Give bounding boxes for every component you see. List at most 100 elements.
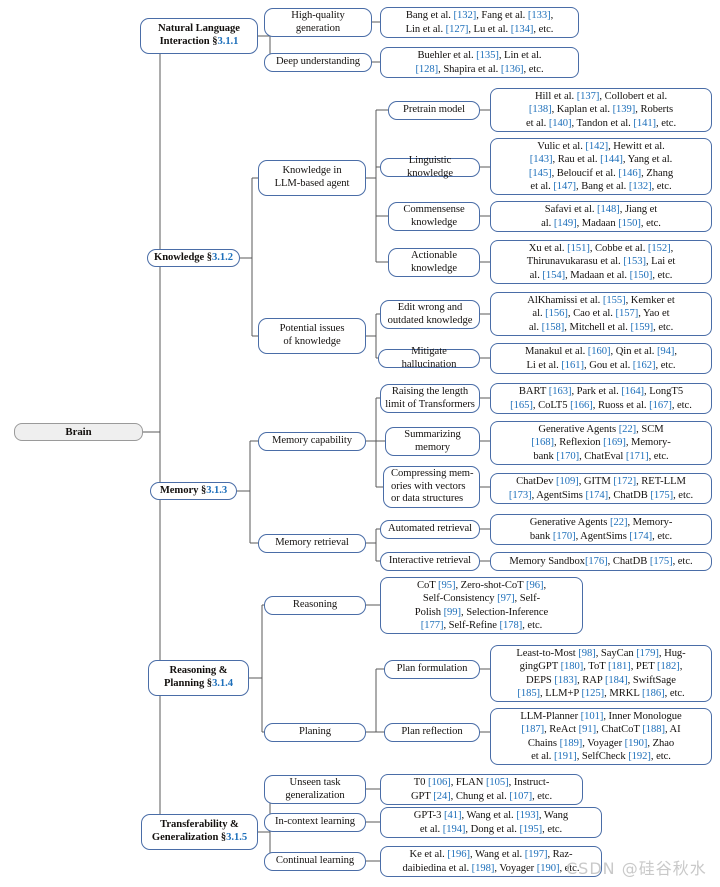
topic-planing[interactable]: Planing (264, 723, 366, 742)
topic-potential-issues-of-knowledge[interactable]: Potential issues of knowledge (258, 318, 366, 354)
citation-text: Manakul et al. [160], Qin et al. [94], Li… (525, 346, 677, 371)
root-label: Brain (65, 425, 92, 438)
citation-box-high-quality-generation[interactable]: Bang et al. [132], Fang et al. [133], Lin… (380, 7, 579, 38)
topic-linguistic-knowledge[interactable]: Linguistic knowledge (380, 154, 480, 179)
topic-label: Interactive retrieval (388, 555, 472, 567)
topic-compressing-memories[interactable]: Compressing mem-ories with vectors or dat… (383, 466, 480, 508)
citation-text: Safavi et al. [148], Jiang et al. [149], … (541, 204, 661, 229)
branch-label: Reasoning & Planning §3.1.4 (163, 665, 234, 689)
section-ref: 3.1.1 (217, 36, 239, 47)
branch-natural-language-interaction[interactable]: Natural Language Interaction §3.1.1 (140, 18, 258, 54)
topic-plan-reflection[interactable]: Plan reflection (384, 723, 480, 742)
topic-label: Summarizing memory (404, 428, 461, 453)
citation-box-mitigate-hallucination[interactable]: Manakul et al. [160], Qin et al. [94], Li… (490, 343, 712, 374)
topic-label: Deep understanding (275, 56, 361, 68)
citation-box-automated-retrieval[interactable]: Generative Agents [22], Memory-bank [170… (490, 514, 712, 545)
section-ref: 3.1.2 (212, 251, 233, 263)
topic-label: Pretrain model (403, 104, 465, 116)
topic-edit-wrong-outdated-knowledge[interactable]: Edit wrong and outdated knowledge (380, 300, 480, 329)
topic-label: Continual learning (275, 855, 355, 867)
citation-text: Buehler et al. [135], Lin et al. [128], S… (415, 50, 544, 75)
topic-label: Knowledge in LLM-based agent (274, 165, 350, 189)
topic-label: Plan formulation (396, 663, 468, 675)
branch-knowledge[interactable]: Knowledge §3.1.2 (147, 249, 240, 267)
topic-label: Unseen task generalization (285, 776, 345, 801)
citation-box-commensense-knowledge[interactable]: Safavi et al. [148], Jiang et al. [149], … (490, 201, 712, 232)
topic-label: Mitigate hallucination (401, 345, 457, 370)
root-node-brain[interactable]: Brain (14, 423, 143, 441)
citation-box-in-context-learning[interactable]: GPT-3 [41], Wang et al. [193], Wang et al… (380, 807, 602, 838)
topic-memory-capability[interactable]: Memory capability (258, 432, 366, 451)
topic-label: Edit wrong and outdated knowledge (387, 301, 473, 326)
topic-label: Reasoning (292, 599, 338, 611)
topic-unseen-task-generalization[interactable]: Unseen task generalization (264, 775, 366, 804)
branch-label: Natural Language Interaction §3.1.1 (158, 23, 240, 47)
topic-label: Actionable knowledge (410, 249, 458, 274)
citation-box-edit-wrong-outdated-knowledge[interactable]: AlKhamissi et al. [155], Kemker et al. [1… (490, 292, 712, 336)
citation-text: ChatDev [109], GITM [172], RET-LLM [173],… (508, 476, 694, 501)
topic-label: Compressing mem-ories with vectors or dat… (391, 468, 474, 505)
citation-text: Memory Sandbox[176], ChatDB [175], etc. (509, 555, 693, 567)
section-ref: 3.1.4 (212, 678, 234, 689)
branch-memory[interactable]: Memory §3.1.3 (150, 482, 237, 500)
topic-label: Plan reflection (401, 726, 463, 738)
citation-box-summarizing-memory[interactable]: Generative Agents [22], SCM [168], Reflex… (490, 421, 712, 465)
branch-label: Memory §3.1.3 (159, 484, 228, 496)
citation-text: AlKhamissi et al. [155], Kemker et al. [1… (527, 295, 675, 333)
branch-transferability-generalization[interactable]: Transferability & Generalization §3.1.5 (141, 814, 258, 850)
topic-memory-retrieval[interactable]: Memory retrieval (258, 534, 366, 553)
citation-box-reasoning[interactable]: CoT [95], Zero-shot-CoT [96], Self-Consis… (380, 577, 583, 634)
topic-label: Potential issues of knowledge (279, 323, 345, 347)
citation-text: Generative Agents [22], SCM [168], Reflex… (531, 424, 671, 462)
citation-box-deep-understanding[interactable]: Buehler et al. [135], Lin et al. [128], S… (380, 47, 579, 78)
citation-box-linguistic-knowledge[interactable]: Vulic et al. [142], Hewitt et al. [143], … (490, 138, 712, 195)
topic-label: High-quality generation (291, 9, 345, 34)
topic-label: Commensense knowledge (403, 203, 465, 228)
citation-box-plan-formulation[interactable]: Least-to-Most [98], SayCan [179], Hug-gi… (490, 645, 712, 702)
section-ref: 3.1.5 (226, 832, 248, 843)
topic-high-quality-generation[interactable]: High-quality generation (264, 8, 372, 37)
citation-text: Generative Agents [22], Memory-bank [170… (529, 517, 673, 542)
topic-interactive-retrieval[interactable]: Interactive retrieval (380, 552, 480, 571)
citation-text: GPT-3 [41], Wang et al. [193], Wang et al… (413, 810, 569, 835)
topic-pretrain-model[interactable]: Pretrain model (388, 101, 480, 120)
citation-box-unseen-task-generalization[interactable]: T0 [106], FLAN [105], Instruct- GPT [24],… (380, 774, 583, 805)
topic-continual-learning[interactable]: Continual learning (264, 852, 366, 871)
citation-box-raising-length-limit[interactable]: BART [163], Park et al. [164], LongT5 [16… (490, 383, 712, 414)
citation-text: Hill et al. [137], Collobert et al. [138]… (525, 91, 677, 129)
section-ref: 3.1.3 (206, 484, 228, 496)
topic-summarizing-memory[interactable]: Summarizing memory (385, 427, 480, 456)
topic-actionable-knowledge[interactable]: Actionable knowledge (388, 248, 480, 277)
topic-raising-length-limit[interactable]: Raising the length limit of Transformers (380, 384, 480, 413)
taxonomy-figure: Brain Natural Language Interaction §3.1.… (0, 0, 720, 887)
citation-text: Bang et al. [132], Fang et al. [133], Lin… (405, 10, 554, 35)
citation-box-compressing-memories[interactable]: ChatDev [109], GITM [172], RET-LLM [173],… (490, 473, 712, 504)
topic-reasoning[interactable]: Reasoning (264, 596, 366, 615)
topic-deep-understanding[interactable]: Deep understanding (264, 53, 372, 72)
topic-label: In-context learning (275, 816, 355, 828)
citation-text: T0 [106], FLAN [105], Instruct- GPT [24],… (410, 777, 553, 802)
topic-label: Automated retrieval (387, 523, 473, 535)
csdn-watermark: CSDN @硅谷秋水 (566, 859, 707, 878)
topic-label: Linguistic knowledge (406, 154, 454, 179)
citation-text: LLM-Planner [101], Inner Monologue [187],… (520, 711, 682, 762)
branch-label: Knowledge §3.1.2 (154, 251, 233, 263)
branch-label: Transferability & Generalization §3.1.5 (151, 819, 248, 843)
topic-mitigate-hallucination[interactable]: Mitigate hallucination (378, 345, 480, 370)
citation-box-interactive-retrieval[interactable]: Memory Sandbox[176], ChatDB [175], etc. (490, 552, 712, 571)
citation-box-pretrain-model[interactable]: Hill et al. [137], Collobert et al. [138]… (490, 88, 712, 132)
topic-automated-retrieval[interactable]: Automated retrieval (380, 520, 480, 539)
topic-label: Raising the length limit of Transformers (385, 385, 475, 410)
topic-label: Memory capability (271, 435, 353, 447)
citation-text: Vulic et al. [142], Hewitt et al. [143], … (528, 141, 674, 192)
topic-plan-formulation[interactable]: Plan formulation (384, 660, 480, 679)
citation-box-plan-reflection[interactable]: LLM-Planner [101], Inner Monologue [187],… (490, 708, 712, 765)
branch-reasoning-planning[interactable]: Reasoning & Planning §3.1.4 (148, 660, 249, 696)
topic-commensense-knowledge[interactable]: Commensense knowledge (388, 202, 480, 231)
citation-text: Xu et al. [151], Cobbe et al. [152], Thir… (526, 243, 676, 281)
topic-in-context-learning[interactable]: In-context learning (264, 813, 366, 832)
topic-label: Memory retrieval (275, 537, 349, 549)
topic-knowledge-in-llm-based-agent[interactable]: Knowledge in LLM-based agent (258, 160, 366, 196)
topic-label: Planing (298, 726, 332, 738)
citation-box-actionable-knowledge[interactable]: Xu et al. [151], Cobbe et al. [152], Thir… (490, 240, 712, 284)
